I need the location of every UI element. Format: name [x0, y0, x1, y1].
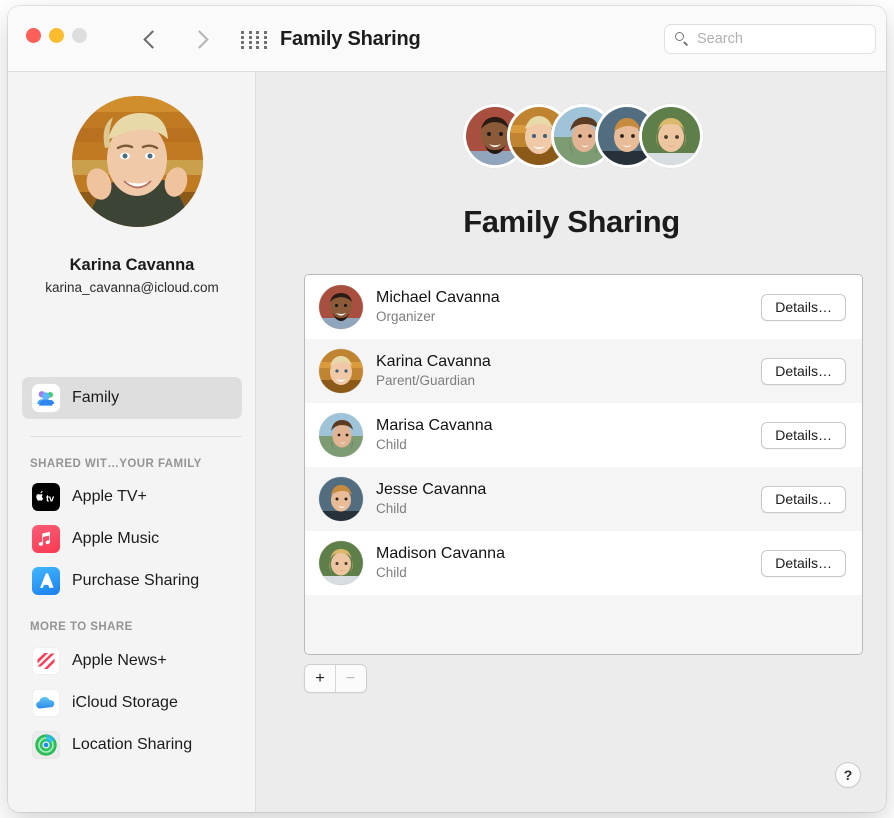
- details-button[interactable]: Details…: [761, 549, 846, 577]
- table-row[interactable]: Marisa Cavanna Child Details…: [305, 403, 862, 467]
- sidebar-item-purchase-sharing-label: Purchase Sharing: [72, 572, 200, 589]
- sidebar-item-icloud-storage-label: iCloud Storage: [72, 694, 178, 711]
- details-button[interactable]: Details…: [761, 485, 846, 513]
- member-role: Child: [376, 437, 407, 453]
- search-field[interactable]: Search: [664, 24, 876, 54]
- sidebar: Karina Cavanna karina_cavanna@icloud.com…: [8, 72, 256, 812]
- sidebar-item-apple-music-label: Apple Music: [72, 530, 160, 547]
- avatar: [319, 541, 363, 585]
- details-button[interactable]: Details…: [761, 357, 846, 385]
- account-email: karina_cavanna@icloud.com: [45, 280, 219, 295]
- all-preferences-grid-icon[interactable]: [241, 31, 269, 49]
- family-avatar-cluster: [463, 104, 703, 176]
- avatar: [319, 285, 363, 329]
- member-info: Jesse Cavanna Child: [376, 480, 761, 518]
- window-content: Karina Cavanna karina_cavanna@icloud.com…: [8, 72, 886, 812]
- member-name: Marisa Cavanna: [376, 416, 493, 434]
- window-title: Family Sharing: [280, 28, 421, 50]
- member-info: Karina Cavanna Parent/Guardian: [376, 352, 761, 390]
- sidebar-item-family-label: Family: [72, 389, 120, 406]
- avatar: [319, 349, 363, 393]
- traffic-lights: [26, 28, 87, 43]
- chevron-right-icon: [190, 29, 209, 49]
- member-info: Madison Cavanna Child: [376, 544, 761, 582]
- table-row[interactable]: Karina Cavanna Parent/Guardian Details…: [305, 339, 862, 403]
- sidebar-item-apple-news-plus[interactable]: Apple News+: [22, 642, 242, 680]
- list-empty-area: [305, 595, 862, 654]
- forward-button[interactable]: [186, 24, 216, 54]
- help-button[interactable]: ?: [835, 762, 861, 788]
- add-member-button[interactable]: +: [305, 665, 335, 692]
- icloud-icon: [32, 689, 60, 717]
- table-row[interactable]: Madison Cavanna Child Details…: [305, 531, 862, 595]
- sidebar-item-apple-tv-plus[interactable]: tv Apple TV+: [22, 478, 242, 516]
- sidebar-group-title-more: MORE TO SHARE: [30, 621, 133, 633]
- table-row[interactable]: Michael Cavanna Organizer Details…: [305, 275, 862, 339]
- sidebar-item-family[interactable]: Family: [22, 377, 242, 419]
- sidebar-item-apple-news-plus-label: Apple News+: [72, 652, 167, 669]
- avatar[interactable]: [72, 96, 203, 227]
- sidebar-group-title-shared: SHARED WIT…YOUR FAMILY: [30, 458, 202, 470]
- member-role: Organizer: [376, 309, 436, 325]
- member-role: Child: [376, 501, 407, 517]
- add-remove-member-control: + −: [304, 664, 367, 693]
- table-row[interactable]: Jesse Cavanna Child Details…: [305, 467, 862, 531]
- cluster-avatar-madison: [639, 104, 703, 168]
- window-titlebar: Family Sharing Search: [8, 6, 886, 72]
- sidebar-item-purchase-sharing[interactable]: Purchase Sharing: [22, 562, 242, 600]
- details-button[interactable]: Details…: [761, 421, 846, 449]
- search-placeholder: Search: [697, 31, 743, 47]
- sidebar-divider: [30, 436, 242, 437]
- member-info: Marisa Cavanna Child: [376, 416, 761, 454]
- find-my-icon: [32, 731, 60, 759]
- member-role: Child: [376, 565, 407, 581]
- page-title: Family Sharing: [463, 204, 680, 239]
- apple-music-icon: [32, 525, 60, 553]
- close-button[interactable]: [26, 28, 41, 43]
- member-info: Michael Cavanna Organizer: [376, 288, 761, 326]
- apple-news-plus-icon: [32, 647, 60, 675]
- member-name: Madison Cavanna: [376, 544, 505, 562]
- app-store-icon: [32, 567, 60, 595]
- account-name: Karina Cavanna: [69, 256, 195, 274]
- zoom-button[interactable]: [72, 28, 87, 43]
- avatar: [319, 413, 363, 457]
- avatar: [319, 477, 363, 521]
- family-members-list: Michael Cavanna Organizer Details… Karin…: [304, 274, 863, 655]
- family-people-icon: [32, 384, 60, 412]
- apple-tv-plus-icon: tv: [32, 483, 60, 511]
- svg-text:tv: tv: [46, 493, 55, 504]
- sidebar-item-location-sharing-label: Location Sharing: [72, 736, 193, 753]
- remove-member-button[interactable]: −: [336, 665, 366, 692]
- sidebar-item-location-sharing[interactable]: Location Sharing: [22, 726, 242, 764]
- back-button[interactable]: [136, 24, 166, 54]
- member-name: Michael Cavanna: [376, 288, 500, 306]
- member-role: Parent/Guardian: [376, 373, 476, 389]
- member-name: Karina Cavanna: [376, 352, 491, 370]
- sidebar-item-icloud-storage[interactable]: iCloud Storage: [22, 684, 242, 722]
- details-button[interactable]: Details…: [761, 293, 846, 321]
- search-icon: [675, 32, 689, 46]
- main-panel: Family Sharing Michael Cavanna Organizer…: [257, 72, 886, 812]
- sidebar-item-apple-music[interactable]: Apple Music: [22, 520, 242, 558]
- preferences-window: Family Sharing Search Karina Cavanna kar…: [8, 6, 886, 812]
- minimize-button[interactable]: [49, 28, 64, 43]
- sidebar-item-apple-tv-plus-label: Apple TV+: [72, 488, 147, 505]
- chevron-left-icon: [143, 29, 162, 49]
- member-name: Jesse Cavanna: [376, 480, 487, 498]
